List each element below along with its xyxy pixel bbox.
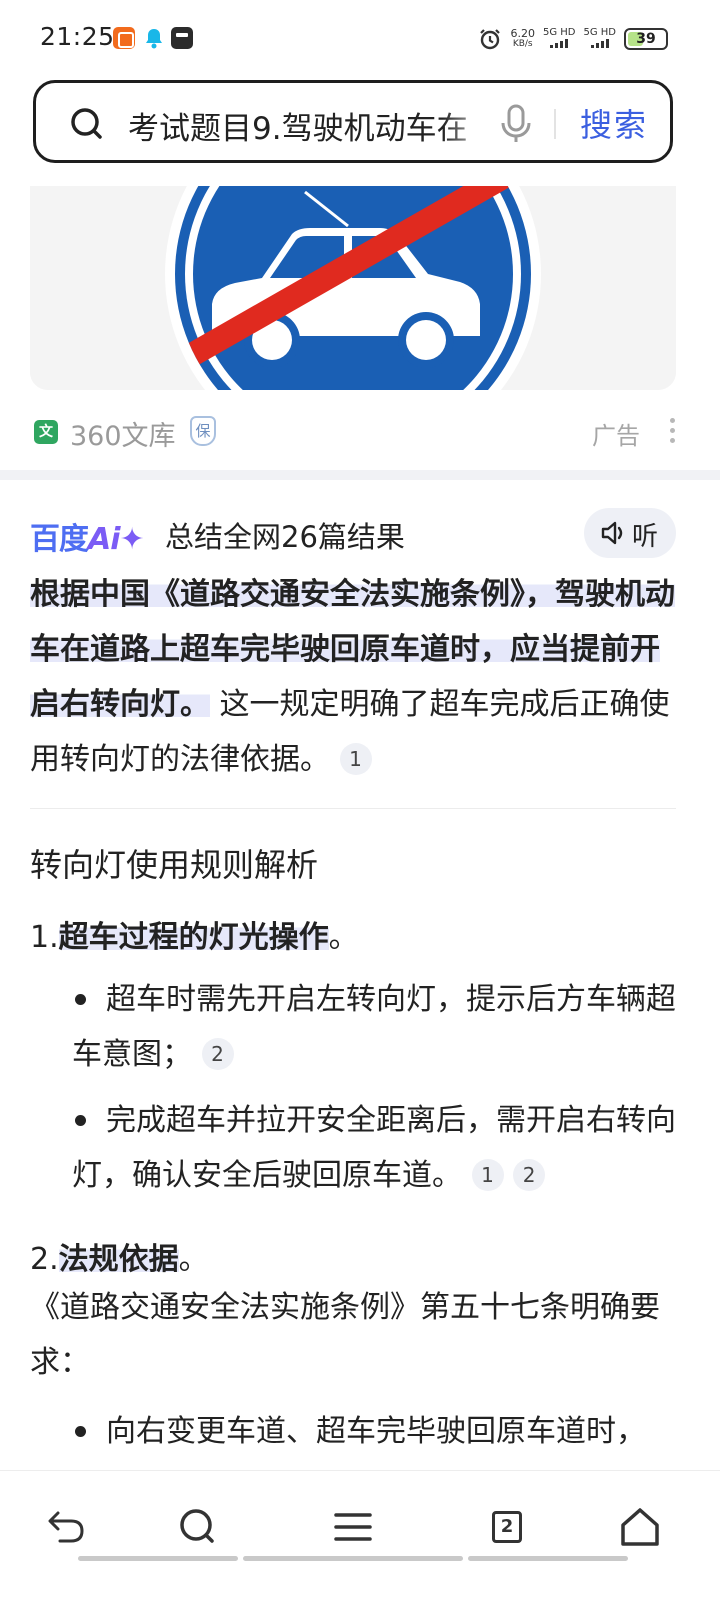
home-button[interactable] bbox=[612, 1499, 668, 1555]
sim2-label: 5G HD bbox=[583, 27, 616, 38]
tabs-button[interactable]: 2 bbox=[478, 1499, 534, 1555]
search-bar[interactable]: 考试题目9.驾驶机动车在 搜索 bbox=[33, 80, 673, 163]
app-notification-icon bbox=[113, 27, 135, 49]
listen-button[interactable]: 听 bbox=[584, 508, 676, 558]
regulation-paragraph: 《道路交通安全法实施条例》第五十七条明确要求： bbox=[30, 1290, 660, 1380]
page: 21:25 6.20 KB/s 5G HD 5G HD 39 考试题目9.驾驶机… bbox=[0, 0, 720, 1600]
section-divider bbox=[0, 470, 720, 480]
summary-label: 总结全网26篇结果 bbox=[165, 520, 405, 554]
item-number: 2. bbox=[30, 1242, 59, 1277]
baidu-ai-logo-text: 百度 bbox=[30, 522, 89, 557]
result-image[interactable] bbox=[30, 186, 676, 390]
network-speed-unit: KB/s bbox=[512, 39, 533, 49]
bell-icon bbox=[143, 27, 165, 49]
list-item: 向右变更车道、超车完毕驶回原车道时， bbox=[72, 1404, 680, 1459]
sim1-signal: 5G HD bbox=[542, 27, 576, 51]
more-options-icon[interactable] bbox=[670, 418, 676, 446]
numbered-item-2: 2.法规依据。 bbox=[30, 1234, 209, 1278]
citation-badge[interactable]: 2 bbox=[513, 1159, 546, 1191]
bullet-text: 完成超车并拉开安全距离后，需开启右转向灯，确认安全后驶回原车道。 bbox=[72, 1103, 676, 1193]
network-speed: 6.20 KB/s bbox=[510, 28, 535, 50]
back-button[interactable] bbox=[38, 1499, 94, 1555]
search-divider bbox=[554, 109, 556, 139]
signal-bars-icon bbox=[550, 38, 569, 48]
home-icon bbox=[621, 1508, 659, 1546]
ad-label: 广告 bbox=[592, 422, 640, 450]
network-speed-value: 6.20 bbox=[510, 27, 535, 40]
battery-icon: 39 bbox=[624, 28, 668, 50]
item-title: 超车过程的灯光操作 bbox=[58, 920, 329, 955]
battery-level: 39 bbox=[636, 31, 656, 47]
sim1-label: 5G HD bbox=[542, 27, 576, 38]
message-icon bbox=[171, 27, 193, 49]
microphone-icon[interactable] bbox=[498, 103, 534, 145]
item-end: 。 bbox=[328, 920, 359, 955]
wenku-logo-icon: 文 bbox=[34, 420, 58, 444]
baidu-ai-logo: 百度Ai✦ bbox=[30, 514, 145, 558]
content-divider bbox=[30, 808, 676, 809]
item-title: 法规依据 bbox=[58, 1242, 179, 1277]
listen-label: 听 bbox=[632, 522, 659, 552]
list-item: 超车时需先开启左转向灯，提示后方车辆超车意图； 2 bbox=[72, 972, 680, 1082]
section-title: 转向灯使用规则解析 bbox=[30, 846, 319, 884]
alarm-icon bbox=[480, 29, 501, 50]
list-item: 完成超车并拉开安全距离后，需开启右转向灯，确认安全后驶回原车道。 1 2 bbox=[72, 1093, 680, 1203]
bullet-text: 超车时需先开启左转向灯，提示后方车辆超车意图； bbox=[72, 982, 676, 1072]
speaker-icon bbox=[601, 521, 623, 545]
citation-badge[interactable]: 2 bbox=[201, 1038, 234, 1070]
menu-button[interactable] bbox=[325, 1499, 381, 1555]
page-indicator bbox=[468, 1556, 628, 1561]
search-input[interactable]: 考试题目9.驾驶机动车在 bbox=[128, 103, 498, 148]
tabs-icon: 2 bbox=[492, 1511, 522, 1543]
answer-paragraph: 根据中国《道路交通安全法实施条例》，驾驶机动车在道路上超车完毕驶回原车道时，应当… bbox=[30, 567, 680, 787]
bottom-navigation: 2 bbox=[0, 1470, 720, 1600]
status-time: 21:25 bbox=[40, 22, 115, 51]
citation-badge[interactable]: 1 bbox=[339, 743, 372, 775]
search-icon bbox=[180, 1509, 214, 1543]
menu-icon bbox=[334, 1513, 372, 1541]
page-indicator bbox=[78, 1556, 238, 1561]
source-name[interactable]: 360文库 bbox=[70, 414, 176, 453]
source-row: 文 360文库 保 广告 bbox=[30, 410, 690, 454]
search-icon bbox=[71, 108, 102, 139]
back-icon bbox=[48, 1511, 84, 1543]
bullet-text: 向右变更车道、超车完毕驶回原车道时， bbox=[106, 1414, 646, 1449]
item-number: 1. bbox=[30, 920, 59, 955]
guarantee-badge-icon: 保 bbox=[190, 416, 216, 446]
baidu-ai-logo-ai: Ai✦ bbox=[88, 522, 145, 557]
signal-bars-icon bbox=[590, 38, 609, 48]
numbered-item-1: 1.超车过程的灯光操作。 bbox=[30, 912, 359, 956]
ai-summary-header: 百度Ai✦ 总结全网26篇结果 听 bbox=[30, 508, 676, 560]
sim2-signal: 5G HD bbox=[583, 27, 616, 51]
search-nav-button[interactable] bbox=[170, 1499, 226, 1555]
item-end: 。 bbox=[178, 1242, 209, 1277]
search-button[interactable]: 搜索 bbox=[580, 100, 648, 146]
no-overtaking-sign-image bbox=[30, 186, 676, 390]
status-indicators: 6.20 KB/s 5G HD 5G HD 39 bbox=[478, 24, 668, 54]
status-bar: 21:25 6.20 KB/s 5G HD 5G HD 39 bbox=[0, 0, 720, 76]
citation-badge[interactable]: 1 bbox=[471, 1159, 504, 1191]
page-indicator bbox=[243, 1556, 463, 1561]
